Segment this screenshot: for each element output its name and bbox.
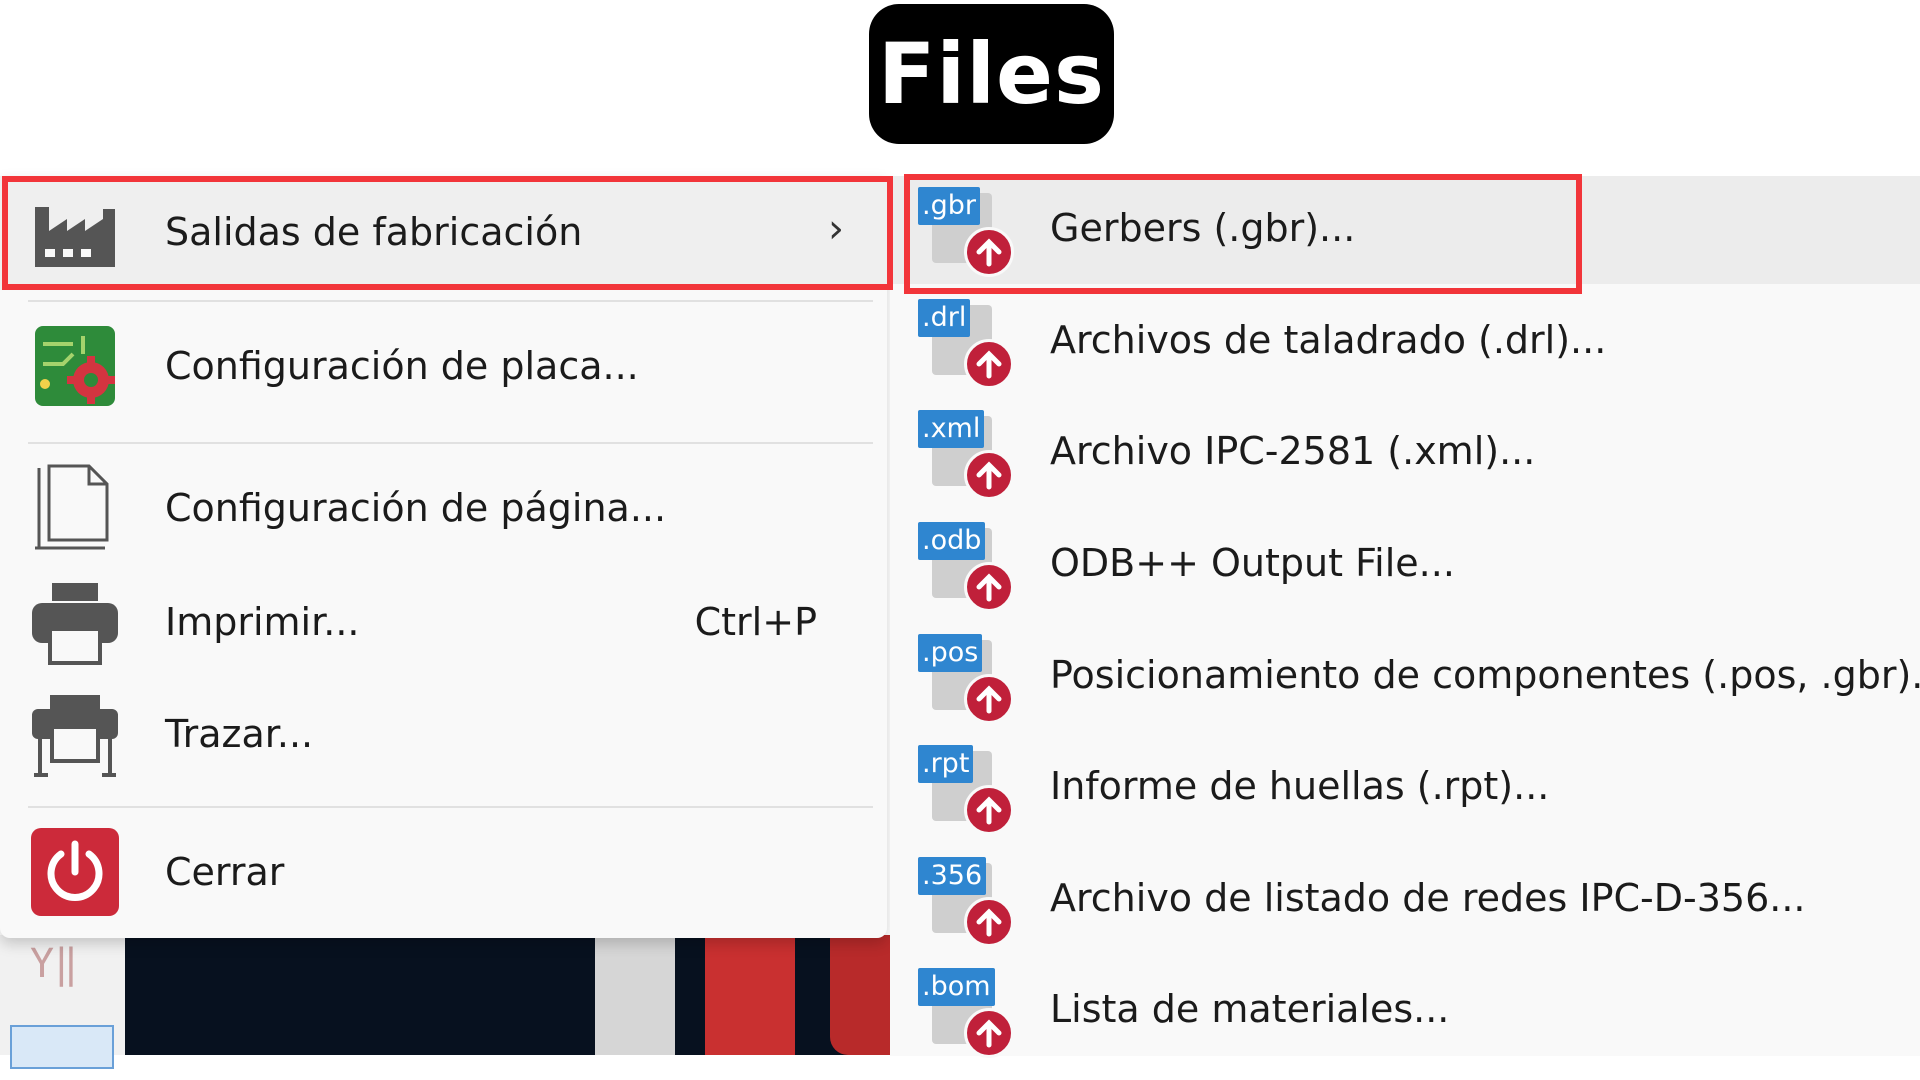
submenu-item-component-placement[interactable]: .pos Posicionamiento de componentes (.po…: [890, 623, 1920, 731]
submenu-item-drill-files[interactable]: .drl Archivos de taladrado (.drl)...: [890, 288, 1920, 396]
submenu-item-label: ODB++ Output File...: [1050, 541, 1455, 585]
menu-item-page-setup[interactable]: Configuración de página...: [0, 448, 887, 566]
menu-divider: [28, 300, 873, 302]
menu-item-label: Cerrar: [165, 850, 285, 894]
menu-item-print[interactable]: Imprimir... Ctrl+P: [0, 566, 887, 678]
odb-export-icon: .odb: [918, 518, 1014, 614]
antenna-tool-icon[interactable]: Y‖: [30, 941, 78, 987]
menu-item-board-setup[interactable]: Configuración de placa...: [0, 306, 887, 426]
menu-item-close[interactable]: Cerrar: [0, 812, 887, 932]
editor-toolbar: Y‖: [0, 935, 125, 1069]
menu-item-label: Configuración de página...: [165, 486, 667, 530]
tool-selector-icon[interactable]: [10, 1025, 114, 1069]
plotter-icon: [30, 690, 120, 780]
menu-item-label: Imprimir...: [165, 600, 360, 644]
menu-item-plot[interactable]: Trazar...: [0, 678, 887, 790]
submenu-item-odb[interactable]: .odb ODB++ Output File...: [890, 511, 1920, 619]
file-menu: Salidas de fabricación › Configuración d…: [0, 176, 887, 938]
submenu-item-label: Archivo IPC-2581 (.xml)...: [1050, 429, 1536, 473]
pos-export-icon: .pos: [918, 630, 1014, 726]
menu-divider: [28, 806, 873, 808]
rpt-export-icon: .rpt: [918, 741, 1014, 837]
bom-export-icon: .bom: [918, 964, 1014, 1060]
submenu-item-label: Posicionamiento de componentes (.pos, .g…: [1050, 653, 1920, 697]
page-title: Files: [878, 25, 1105, 123]
pcb-canvas-strip: [705, 935, 795, 1055]
submenu-item-footprint-report[interactable]: .rpt Informe de huellas (.rpt)...: [890, 734, 1920, 842]
fabrication-outputs-submenu: .gbr Gerbers (.gbr)... .drl Archivos de …: [890, 176, 1920, 1058]
submenu-item-bom[interactable]: .bom Lista de materiales...: [890, 957, 1920, 1065]
xml-export-icon: .xml: [918, 406, 1014, 502]
printer-icon: [30, 578, 120, 668]
submenu-item-label: Archivo de listado de redes IPC-D-356...: [1050, 876, 1806, 920]
power-icon: [30, 827, 120, 917]
board-setup-icon: [30, 321, 120, 411]
menu-item-label: Trazar...: [165, 712, 314, 756]
shortcut-label: Ctrl+P: [694, 600, 817, 644]
submenu-item-ipc-d-356[interactable]: .356 Archivo de listado de redes IPC-D-3…: [890, 846, 1920, 954]
editor-background: Y‖: [0, 935, 890, 1069]
submenu-item-label: Archivos de taladrado (.drl)...: [1050, 318, 1607, 362]
submenu-item-ipc2581[interactable]: .xml Archivo IPC-2581 (.xml)...: [890, 399, 1920, 507]
page-setup-icon: [30, 462, 120, 552]
highlight-box-fabrication: [2, 176, 893, 290]
highlight-box-gerbers: [904, 174, 1582, 294]
submenu-item-label: Lista de materiales...: [1050, 987, 1450, 1031]
submenu-item-label: Informe de huellas (.rpt)...: [1050, 764, 1550, 808]
menu-divider: [28, 442, 873, 444]
title-badge: Files: [869, 4, 1114, 144]
pcb-canvas-strip: [830, 935, 890, 1055]
pcb-canvas-strip: [595, 935, 675, 1055]
netlist-export-icon: .356: [918, 853, 1014, 949]
menu-item-label: Configuración de placa...: [165, 344, 639, 388]
drill-export-icon: .drl: [918, 295, 1014, 391]
